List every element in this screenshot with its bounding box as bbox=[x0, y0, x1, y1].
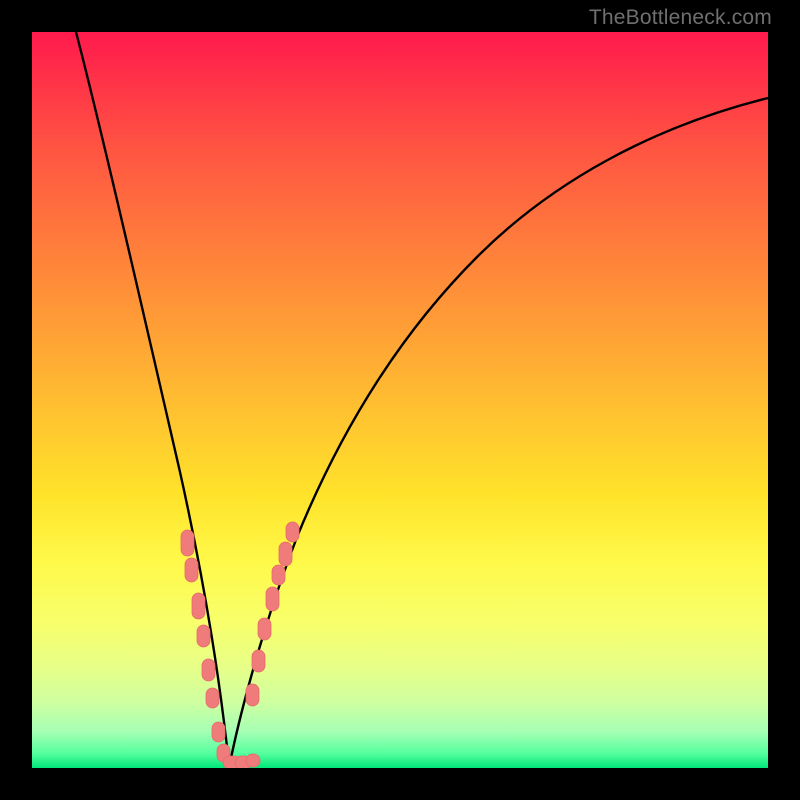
marker bbox=[206, 688, 219, 708]
plot-area bbox=[32, 32, 768, 768]
marker bbox=[246, 754, 260, 767]
curve-right-branch bbox=[229, 98, 768, 768]
marker bbox=[266, 587, 279, 611]
marker bbox=[212, 722, 225, 742]
marker bbox=[272, 565, 285, 585]
chart-frame: TheBottleneck.com bbox=[0, 0, 800, 800]
marker bbox=[181, 530, 194, 556]
marker bbox=[258, 618, 271, 640]
marker bbox=[185, 558, 198, 582]
chart-svg bbox=[32, 32, 768, 768]
marker bbox=[192, 593, 205, 619]
marker bbox=[246, 684, 259, 706]
marker bbox=[202, 659, 215, 681]
curve-left-branch bbox=[76, 32, 229, 768]
watermark-text: TheBottleneck.com bbox=[589, 6, 772, 30]
marker bbox=[286, 522, 299, 542]
marker bbox=[197, 625, 210, 647]
marker bbox=[279, 542, 292, 566]
marker bbox=[252, 650, 265, 672]
